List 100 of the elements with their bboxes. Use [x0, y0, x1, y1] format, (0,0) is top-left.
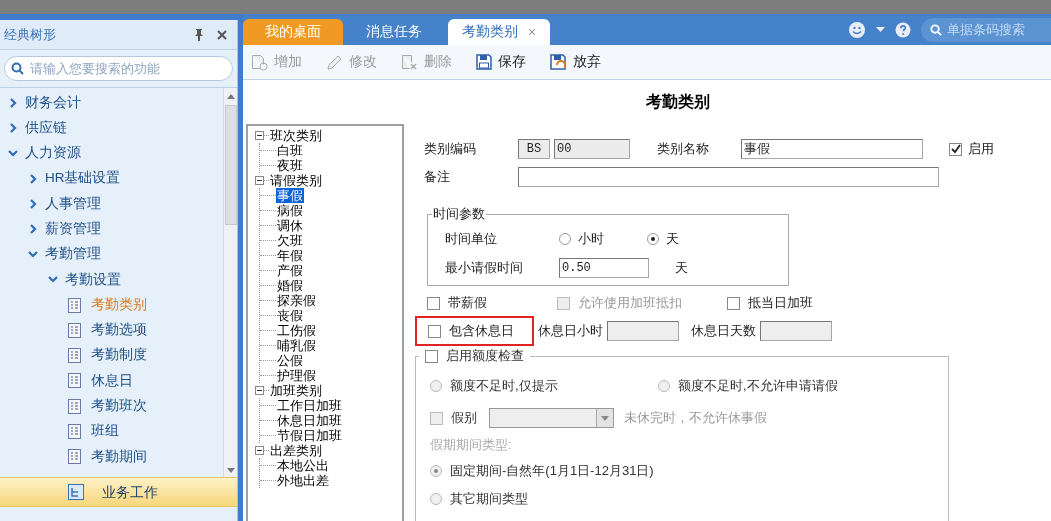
page-title: 考勤类别	[646, 92, 710, 112]
dropdown-arrow-icon	[601, 415, 609, 421]
tree-item[interactable]: 调休	[276, 218, 304, 233]
nav-section-button[interactable]: 业务工作	[0, 477, 237, 507]
checkbox-label: 抵当日加班	[748, 294, 813, 313]
unit-label: 天	[675, 259, 688, 278]
radio-button[interactable]	[430, 465, 442, 477]
scroll-up-icon[interactable]	[226, 94, 235, 99]
code-field[interactable]: 00	[554, 139, 630, 159]
tree-item[interactable]: 白班	[276, 143, 304, 158]
pin-icon[interactable]	[193, 28, 205, 41]
tree-item[interactable]: 婚假	[276, 278, 304, 293]
tree-item[interactable]: 年假	[276, 248, 304, 263]
tab[interactable]: 考勤类别 ×	[448, 19, 550, 45]
caret-icon[interactable]	[876, 27, 885, 32]
scroll-down-icon[interactable]	[226, 468, 235, 473]
tree-item[interactable]: 休息日加班	[276, 413, 343, 428]
checkbox[interactable]	[427, 296, 440, 310]
chevron-down-icon[interactable]	[8, 149, 18, 157]
document-icon	[68, 348, 81, 364]
nav-item[interactable]: 考勤选项	[91, 320, 147, 341]
nav-item[interactable]: 考勤管理	[45, 244, 101, 265]
close-icon[interactable]	[217, 29, 227, 40]
nav-item[interactable]: HR基础设置	[45, 168, 121, 189]
checkbox[interactable]	[425, 349, 438, 363]
tree-item[interactable]: 护理假	[276, 368, 317, 383]
nav-item[interactable]: 人事管理	[45, 193, 101, 214]
tree-item[interactable]: 出差类别	[269, 443, 323, 458]
chevron-down-icon[interactable]	[48, 276, 58, 284]
search-field[interactable]: 请输入您要搜索的功能	[4, 56, 233, 81]
checkbox[interactable]	[949, 142, 962, 156]
tree-item[interactable]: 外地出差	[276, 473, 330, 488]
collapse-icon[interactable]	[255, 446, 264, 455]
collapse-icon[interactable]	[255, 386, 264, 395]
tree-item[interactable]: 工伤假	[276, 323, 317, 338]
toolbar-button[interactable]: 放弃	[550, 51, 601, 73]
tree-item[interactable]: 本地公出	[276, 458, 330, 473]
radio-button[interactable]	[647, 233, 659, 245]
tree-item[interactable]: 病假	[276, 203, 304, 218]
tree-item[interactable]: 加班类别	[269, 383, 323, 398]
chevron-right-icon[interactable]	[29, 224, 37, 235]
document-icon	[68, 322, 81, 338]
name-field[interactable]: 事假	[741, 139, 923, 159]
tree-item[interactable]: 班次类别	[269, 128, 323, 143]
nav-item[interactable]: 考勤制度	[91, 345, 147, 366]
remark-field[interactable]	[518, 167, 939, 187]
tree-item[interactable]: 请假类别	[269, 173, 323, 188]
nav-item[interactable]: 休息日	[91, 370, 133, 392]
tree-item[interactable]: 探亲假	[276, 293, 317, 308]
document-icon	[68, 373, 81, 389]
tree-item[interactable]: 夜班	[276, 158, 304, 173]
nav-item[interactable]: 考勤班次	[91, 396, 147, 417]
tab[interactable]: 消息任务	[343, 19, 445, 45]
checkbox-label: 包含休息日	[449, 322, 514, 341]
checkbox-label: 允许使用加班抵扣	[578, 294, 682, 313]
scrollbar[interactable]	[223, 88, 237, 477]
collapse-icon[interactable]	[255, 131, 264, 140]
code-prefix-field[interactable]: BS	[518, 139, 550, 159]
collapse-icon[interactable]	[255, 176, 264, 185]
nav-item[interactable]: 考勤期间	[91, 446, 147, 467]
document-icon	[68, 424, 81, 439]
chevron-right-icon[interactable]	[9, 122, 17, 133]
tree-item[interactable]: 事假	[276, 188, 304, 203]
checkbox[interactable]	[428, 324, 441, 338]
barcode-search-field[interactable]: 单据条码搜索	[921, 17, 1051, 42]
tree-item[interactable]: 丧假	[276, 308, 304, 323]
tree-item[interactable]: 哺乳假	[276, 338, 317, 353]
tree-item[interactable]: 公假	[276, 353, 304, 368]
document-add-icon	[251, 53, 268, 71]
radio-label: 小时	[578, 230, 604, 249]
tree-item[interactable]: 节假日加班	[276, 428, 343, 443]
checkbox[interactable]	[727, 296, 740, 310]
chevron-right-icon[interactable]	[29, 198, 37, 209]
smiley-icon[interactable]	[848, 20, 866, 39]
leave-type-dropdown[interactable]	[489, 408, 614, 428]
chevron-right-icon[interactable]	[29, 173, 37, 184]
document-delete-icon	[401, 53, 418, 71]
tree-item[interactable]: 欠班	[276, 233, 304, 248]
nav-item[interactable]: 供应链	[25, 117, 67, 139]
radio-button[interactable]	[658, 380, 670, 392]
checkbox-label: 启用额度检查	[446, 347, 524, 366]
radio-button[interactable]	[559, 233, 571, 245]
radio-button[interactable]	[430, 380, 442, 392]
nav-item[interactable]: 考勤设置	[65, 269, 121, 290]
toolbar-button[interactable]: 保存	[476, 51, 526, 73]
chevron-right-icon[interactable]	[9, 97, 17, 108]
tree-item[interactable]: 产假	[276, 263, 304, 278]
nav-item[interactable]: 财务会计	[25, 92, 81, 113]
help-icon[interactable]	[895, 21, 911, 38]
checkbox[interactable]	[430, 411, 443, 425]
rest-days-field[interactable]	[760, 321, 832, 341]
tree-item[interactable]: 工作日加班	[276, 398, 343, 413]
nav-item[interactable]: 人力资源	[25, 143, 81, 164]
radio-button[interactable]	[430, 493, 442, 505]
chevron-down-icon[interactable]	[28, 250, 38, 258]
nav-item[interactable]: 班组	[91, 421, 119, 442]
nav-item[interactable]: 薪资管理	[45, 219, 101, 240]
rest-hours-field[interactable]	[607, 321, 679, 341]
min-time-field[interactable]: 0.50	[559, 258, 649, 278]
radio-label: 天	[666, 230, 679, 249]
